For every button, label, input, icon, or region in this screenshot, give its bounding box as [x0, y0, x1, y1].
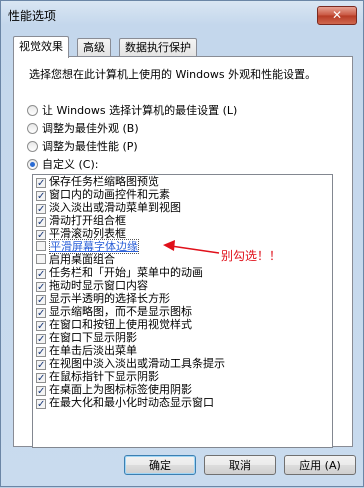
- checkbox-checked-icon[interactable]: ✓: [36, 386, 46, 397]
- tab-advanced[interactable]: 高级: [77, 38, 111, 57]
- checkbox-checked-icon[interactable]: ✓: [36, 334, 46, 345]
- effect-item[interactable]: ✓ 显示缩略图，而不是显示图标: [33, 305, 332, 319]
- checkbox-checked-icon[interactable]: ✓: [36, 230, 46, 241]
- effect-label: 窗口内的动画控件和元素: [49, 188, 170, 201]
- effect-item[interactable]: 启用桌面组合: [33, 253, 332, 266]
- effect-label: 平滑屏幕字体边缘: [49, 239, 139, 254]
- effect-item[interactable]: ✓ 任务栏和「开始」菜单中的动画: [33, 266, 332, 280]
- checkbox-unchecked-icon[interactable]: [36, 241, 46, 251]
- effect-item[interactable]: ✓ 窗口内的动画控件和元素: [33, 188, 332, 202]
- effect-item[interactable]: ✓ 滑动打开组合框: [33, 214, 332, 228]
- option-best-appearance[interactable]: 调整为最佳外观 (B): [27, 120, 139, 136]
- checkbox-checked-icon[interactable]: ✓: [36, 217, 46, 228]
- apply-button[interactable]: 应用 (A): [284, 455, 356, 475]
- option-let-windows-choose[interactable]: 让 Windows 选择计算机的最佳设置 (L): [27, 102, 237, 118]
- checkbox-checked-icon[interactable]: ✓: [36, 178, 46, 189]
- effect-item[interactable]: ✓ 在桌面上为图标标签使用阴影: [33, 383, 332, 397]
- option-label: 调整为最佳外观 (B): [42, 122, 139, 135]
- effect-item[interactable]: ✓ 在单击后淡出菜单: [33, 344, 332, 358]
- option-best-performance[interactable]: 调整为最佳性能 (P): [27, 138, 138, 154]
- checkbox-checked-icon[interactable]: ✓: [36, 282, 46, 293]
- checkbox-checked-icon[interactable]: ✓: [36, 399, 46, 410]
- effect-item[interactable]: ✓ 在窗口和按钮上使用视觉样式: [33, 318, 332, 332]
- effect-label: 显示半透明的选择长方形: [49, 292, 170, 305]
- tab-visual-effects[interactable]: 视觉效果: [13, 36, 69, 58]
- effect-label: 在最大化和最小化时动态显示窗口: [49, 396, 214, 409]
- checkbox-checked-icon[interactable]: ✓: [36, 191, 46, 202]
- effects-listbox[interactable]: ✓ 保存任务栏缩略图预览 ✓ 窗口内的动画控件和元素 ✓ 淡入淡出或滑动菜单到视图 ✓ 滑动打…: [32, 174, 333, 448]
- checkbox-checked-icon[interactable]: ✓: [36, 204, 46, 215]
- effect-label: 在鼠标指针下显示阴影: [49, 370, 159, 383]
- effect-label: 任务栏和「开始」菜单中的动画: [49, 266, 203, 279]
- radio-icon: [27, 141, 38, 152]
- checkbox-checked-icon[interactable]: ✓: [36, 295, 46, 306]
- visual-effects-panel: 选择您想在此计算机上使用的 Windows 外观和性能设置。 让 Windows…: [13, 56, 353, 448]
- cancel-button[interactable]: 取消: [204, 455, 276, 475]
- effect-label: 在视图中淡入淡出或滑动工具条提示: [49, 357, 225, 370]
- effect-item[interactable]: ✓ 保存任务栏缩略图预览: [33, 175, 332, 189]
- window-title: 性能选项: [8, 9, 57, 23]
- effect-label: 在窗口下显示阴影: [49, 331, 137, 344]
- option-custom[interactable]: 自定义 (C):: [27, 156, 98, 172]
- effect-label: 在窗口和按钮上使用视觉样式: [49, 318, 192, 331]
- panel-description: 选择您想在此计算机上使用的 Windows 外观和性能设置。: [29, 68, 317, 81]
- effect-label: 保存任务栏缩略图预览: [49, 175, 159, 188]
- checkbox-checked-icon[interactable]: ✓: [36, 308, 46, 319]
- effect-item[interactable]: ✓ 显示半透明的选择长方形: [33, 292, 332, 306]
- checkbox-checked-icon[interactable]: ✓: [36, 347, 46, 358]
- option-label: 让 Windows 选择计算机的最佳设置 (L): [42, 104, 238, 117]
- performance-options-dialog: 性能选项 ✕ 视觉效果 高级 数据执行保护 选择您想在此计算机上使用的 Wind…: [0, 0, 364, 487]
- effect-label: 滑动打开组合框: [49, 214, 126, 227]
- ok-button[interactable]: 确定: [124, 455, 196, 475]
- option-label: 调整为最佳性能 (P): [42, 140, 138, 153]
- checkbox-checked-icon[interactable]: ✓: [36, 360, 46, 371]
- effect-item[interactable]: ✓ 在最大化和最小化时动态显示窗口: [33, 396, 332, 410]
- effect-label: 淡入淡出或滑动菜单到视图: [49, 201, 181, 214]
- effect-label: 拖动时显示窗口内容: [49, 279, 148, 292]
- radio-icon: [27, 123, 38, 134]
- option-label: 自定义 (C):: [42, 158, 99, 171]
- effect-item[interactable]: ✓ 在窗口下显示阴影: [33, 331, 332, 345]
- effect-item[interactable]: ✓ 淡入淡出或滑动菜单到视图: [33, 201, 332, 215]
- checkbox-unchecked-icon[interactable]: [36, 254, 46, 264]
- checkbox-checked-icon[interactable]: ✓: [36, 269, 46, 280]
- effect-label: 显示缩略图，而不是显示图标: [49, 305, 192, 318]
- close-button[interactable]: ✕: [317, 6, 357, 25]
- effect-item[interactable]: ✓ 在视图中淡入淡出或滑动工具条提示: [33, 357, 332, 371]
- checkbox-checked-icon[interactable]: ✓: [36, 321, 46, 332]
- annotation-text: 别勾选！！: [221, 249, 282, 263]
- effect-label: 在单击后淡出菜单: [49, 344, 137, 357]
- effect-item[interactable]: ✓ 拖动时显示窗口内容: [33, 279, 332, 293]
- effect-item[interactable]: ✓ 在鼠标指针下显示阴影: [33, 370, 332, 384]
- effect-label: 启用桌面组合: [49, 253, 115, 266]
- checkbox-checked-icon[interactable]: ✓: [36, 373, 46, 384]
- effect-item[interactable]: 平滑屏幕字体边缘: [33, 239, 332, 254]
- radio-selected-icon: [27, 159, 38, 170]
- radio-icon: [27, 105, 38, 116]
- effect-label: 在桌面上为图标标签使用阴影: [49, 383, 192, 396]
- tab-data-execution-prevention[interactable]: 数据执行保护: [119, 38, 197, 57]
